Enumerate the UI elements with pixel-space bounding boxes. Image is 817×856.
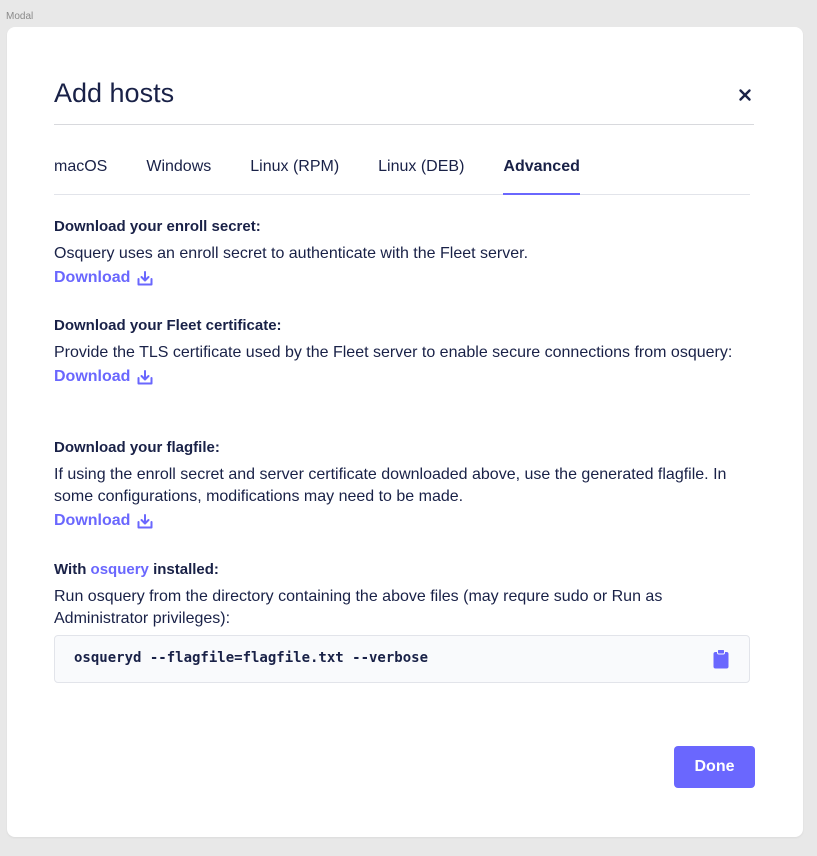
section-title: Download your Fleet certificate: bbox=[54, 317, 282, 334]
download-enroll-secret-link[interactable]: Download bbox=[54, 267, 153, 289]
close-button[interactable] bbox=[736, 86, 754, 104]
download-icon bbox=[137, 369, 153, 384]
platform-tabs: macOS Windows Linux (RPM) Linux (DEB) Ad… bbox=[54, 151, 750, 195]
section-title: Download your enroll secret: bbox=[54, 218, 261, 235]
close-icon bbox=[739, 89, 751, 101]
section-title: Download your flagfile: bbox=[54, 439, 220, 456]
add-hosts-modal: Add hosts macOS Windows Linux (RPM) Linu… bbox=[7, 27, 803, 837]
section-title-prefix: With bbox=[54, 561, 87, 578]
download-link-label: Download bbox=[54, 269, 131, 286]
command-code-box: osqueryd --flagfile=flagfile.txt --verbo… bbox=[54, 635, 750, 683]
section-title: With osquery installed: bbox=[54, 560, 754, 580]
osquery-installed-section: With osquery installed: Run osquery from… bbox=[54, 560, 754, 683]
section-description: Osquery uses an enroll secret to authent… bbox=[54, 245, 529, 262]
clipboard-icon bbox=[713, 649, 729, 669]
copy-command-button[interactable] bbox=[713, 649, 729, 669]
tab-linux-deb[interactable]: Linux (DEB) bbox=[378, 151, 464, 186]
tab-advanced[interactable]: Advanced bbox=[503, 151, 580, 195]
osquery-link[interactable]: osquery bbox=[91, 561, 149, 578]
tab-macos[interactable]: macOS bbox=[54, 151, 107, 186]
tab-linux-rpm[interactable]: Linux (RPM) bbox=[250, 151, 339, 186]
modal-title: Add hosts bbox=[54, 78, 175, 108]
download-link-label: Download bbox=[54, 368, 131, 385]
fleet-certificate-section: Download your Fleet certificate: Provide… bbox=[54, 316, 732, 388]
flagfile-section: Download your flagfile: If using the enr… bbox=[54, 438, 754, 532]
tab-windows[interactable]: Windows bbox=[146, 151, 211, 186]
download-flagfile-link[interactable]: Download bbox=[54, 510, 153, 532]
done-button[interactable]: Done bbox=[674, 746, 755, 788]
download-certificate-link[interactable]: Download bbox=[54, 366, 153, 388]
section-description: If using the enroll secret and server ce… bbox=[54, 466, 727, 505]
section-description: Provide the TLS certificate used by the … bbox=[54, 344, 733, 361]
enroll-secret-section: Download your enroll secret: Osquery use… bbox=[54, 217, 528, 289]
section-description: Run osquery from the directory containin… bbox=[54, 588, 663, 627]
download-icon bbox=[137, 513, 153, 528]
section-title-suffix: installed: bbox=[153, 561, 219, 578]
command-text: osqueryd --flagfile=flagfile.txt --verbo… bbox=[74, 650, 429, 666]
modal-header: Add hosts bbox=[54, 27, 754, 125]
download-icon bbox=[137, 270, 153, 285]
frame-label: Modal bbox=[6, 11, 34, 22]
download-link-label: Download bbox=[54, 512, 131, 529]
